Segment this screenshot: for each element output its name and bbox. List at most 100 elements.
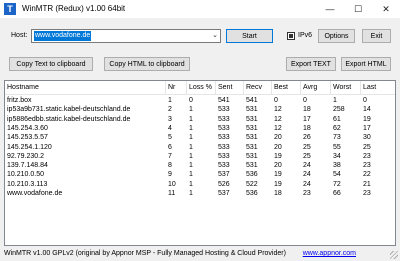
cell-recv: 536 xyxy=(246,171,258,179)
cell-last: 30 xyxy=(363,134,371,142)
maximize-button[interactable]: ☐ xyxy=(344,0,372,18)
cell-hostname: ip53a9b731.static.kabel-deutschland.de xyxy=(7,106,131,114)
cell-worst: 258 xyxy=(333,106,345,114)
export-text-button[interactable]: Export TEXT xyxy=(286,57,336,71)
checkbox-check-mark xyxy=(289,34,293,38)
cell-hostname: fritz.box xyxy=(7,97,32,104)
cell-sent: 533 xyxy=(218,115,230,123)
cell-last: 19 xyxy=(363,115,371,123)
table-row[interactable]: ip53a9b731.static.kabel-deutschland.de 2 1… xyxy=(5,105,395,114)
cell-last: 23 xyxy=(363,190,371,197)
cell-avrg: 23 xyxy=(303,190,311,197)
table-row[interactable]: ip5886edbb.static.kabel-deutschland.de 3 1… xyxy=(5,115,395,124)
cell-avrg: 24 xyxy=(303,180,311,188)
cell-hostname: 145.254.1.120 xyxy=(7,143,52,151)
cell-nr: 1 xyxy=(168,97,172,104)
trace-results-table[interactable]: Hostname Nr Loss % Sent Recv Best Avrg W… xyxy=(4,80,396,246)
export-html-button[interactable]: Export HTML xyxy=(341,57,391,71)
cell-nr: 4 xyxy=(168,124,172,132)
cell-recv: 531 xyxy=(246,134,258,142)
cell-loss: 1 xyxy=(189,190,193,197)
cell-nr: 10 xyxy=(168,180,176,188)
close-button[interactable]: ✕ xyxy=(372,0,400,18)
cell-last: 23 xyxy=(363,162,371,170)
cell-loss: 1 xyxy=(189,162,193,170)
host-combobox[interactable]: www.vodafone.de ⌄ xyxy=(31,29,221,43)
copy-text-button[interactable]: Copy Text to clipboard xyxy=(9,57,93,71)
cell-best: 20 xyxy=(274,143,282,151)
cell-last: 25 xyxy=(363,143,371,151)
table-row[interactable]: 10.210.3.113 10 1 526 522 19 24 72 21 xyxy=(5,180,395,189)
column-header-hostname[interactable]: Hostname xyxy=(5,81,166,94)
table-row[interactable]: 139.7.148.84 8 1 533 531 20 24 38 23 xyxy=(5,161,395,170)
column-header-worst[interactable]: Worst xyxy=(331,81,361,94)
winmtr-app-icon: T xyxy=(4,3,16,15)
cell-hostname: 10.210.0.50 xyxy=(7,171,44,179)
cell-loss: 1 xyxy=(189,134,193,142)
column-header-sent[interactable]: Sent xyxy=(216,81,244,94)
cell-sent: 533 xyxy=(218,152,230,160)
cell-avrg: 26 xyxy=(303,134,311,142)
cell-nr: 7 xyxy=(168,152,172,160)
cell-loss: 1 xyxy=(189,171,193,179)
cell-worst: 66 xyxy=(333,190,341,197)
host-label: Host: xyxy=(11,32,28,39)
cell-worst: 34 xyxy=(333,152,341,160)
cell-sent: 533 xyxy=(218,162,230,170)
start-button[interactable]: Start xyxy=(226,29,273,43)
cell-worst: 1 xyxy=(333,97,337,104)
cell-hostname: 139.7.148.84 xyxy=(7,162,48,170)
cell-avrg: 18 xyxy=(303,124,311,132)
cell-best: 19 xyxy=(274,152,282,160)
cell-best: 12 xyxy=(274,106,282,114)
minimize-button[interactable]: — xyxy=(316,0,344,18)
table-row[interactable]: 145.254.1.120 6 1 533 531 20 25 55 25 xyxy=(5,143,395,152)
exit-button[interactable]: Exit xyxy=(362,29,391,43)
cell-recv: 522 xyxy=(246,180,258,188)
cell-sent: 533 xyxy=(218,106,230,114)
host-input[interactable]: www.vodafone.de xyxy=(34,31,92,41)
cell-recv: 536 xyxy=(246,190,258,197)
cell-avrg: 18 xyxy=(303,106,311,114)
cell-nr: 6 xyxy=(168,143,172,151)
status-bar: WinMTR v1.00 GPLv2 (original by Appnor M… xyxy=(0,247,400,261)
cell-avrg: 17 xyxy=(303,115,311,123)
cell-worst: 54 xyxy=(333,171,341,179)
cell-last: 22 xyxy=(363,171,371,179)
table-row[interactable]: 145.253.5.57 5 1 533 531 20 26 73 30 xyxy=(5,133,395,142)
table-row[interactable]: fritz.box 1 0 541 541 0 0 1 0 xyxy=(5,96,395,105)
copy-html-button[interactable]: Copy HTML to clipboard xyxy=(104,57,190,71)
ipv6-label: IPv6 xyxy=(298,32,313,39)
window-title: WinMTR (Redux) v1.00 64bit xyxy=(22,4,126,13)
cell-worst: 55 xyxy=(333,143,341,151)
table-row[interactable]: 145.254.3.60 4 1 533 531 12 18 62 17 xyxy=(5,124,395,133)
resize-grip[interactable] xyxy=(390,251,398,259)
column-header-nr[interactable]: Nr xyxy=(166,81,187,94)
appnor-link[interactable]: www.appnor.com xyxy=(303,249,356,259)
cell-nr: 8 xyxy=(168,162,172,170)
cell-loss: 1 xyxy=(189,143,193,151)
table-row[interactable]: www.vodafone.de 11 1 537 536 18 23 66 23 xyxy=(5,189,395,198)
cell-nr: 9 xyxy=(168,171,172,179)
cell-best: 18 xyxy=(274,190,282,197)
column-header-best[interactable]: Best xyxy=(272,81,301,94)
table-row[interactable]: 10.210.0.50 9 1 537 536 19 24 54 22 xyxy=(5,170,395,179)
cell-best: 19 xyxy=(274,171,282,179)
column-header-last[interactable]: Last xyxy=(361,81,395,94)
cell-hostname: 10.210.3.113 xyxy=(7,180,48,188)
column-header-recv[interactable]: Recv xyxy=(244,81,272,94)
title-bar: T WinMTR (Redux) v1.00 64bit — ☐ ✕ xyxy=(0,0,400,18)
column-header-avrg[interactable]: Avrg xyxy=(301,81,331,94)
table-row[interactable]: 92.79.230.2 7 1 533 531 19 25 34 23 xyxy=(5,152,395,161)
cell-worst: 73 xyxy=(333,134,341,142)
column-header-loss[interactable]: Loss % xyxy=(187,81,216,94)
options-button[interactable]: Options xyxy=(318,29,355,43)
chevron-down-icon[interactable]: ⌄ xyxy=(212,31,218,41)
cell-sent: 533 xyxy=(218,124,230,132)
cell-nr: 11 xyxy=(168,190,176,197)
cell-recv: 531 xyxy=(246,162,258,170)
cell-loss: 1 xyxy=(189,115,193,123)
cell-recv: 531 xyxy=(246,115,258,123)
ipv6-checkbox[interactable] xyxy=(287,32,295,40)
cell-hostname: ip5886edbb.static.kabel-deutschland.de xyxy=(7,115,131,123)
